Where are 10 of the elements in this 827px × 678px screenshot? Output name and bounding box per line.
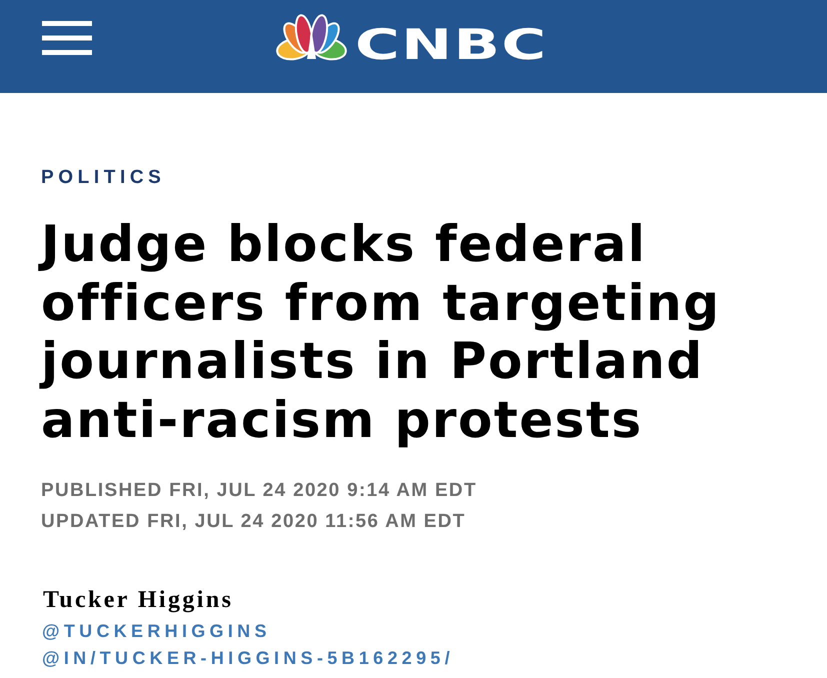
updated-date: UPDATED FRI, JUL 24 2020 11:56 AM EDT	[41, 510, 467, 534]
published-date: PUBLISHED FRI, JUL 24 2020 9:14 AM EDT	[41, 479, 478, 503]
logo-link[interactable]: CNBC	[276, 14, 550, 66]
logo-wordmark: CNBC	[355, 24, 548, 66]
author-handle-link[interactable]: @IN/TUCKER-HIGGINS-5B162295/	[42, 645, 454, 672]
author-name: Tucker Higgins	[43, 586, 234, 615]
section-link[interactable]: POLITICS	[41, 166, 166, 190]
peacock-icon	[276, 14, 347, 61]
menu-icon[interactable]	[42, 21, 92, 55]
author-handle-link[interactable]: @TUCKERHIGGINS	[42, 618, 271, 645]
